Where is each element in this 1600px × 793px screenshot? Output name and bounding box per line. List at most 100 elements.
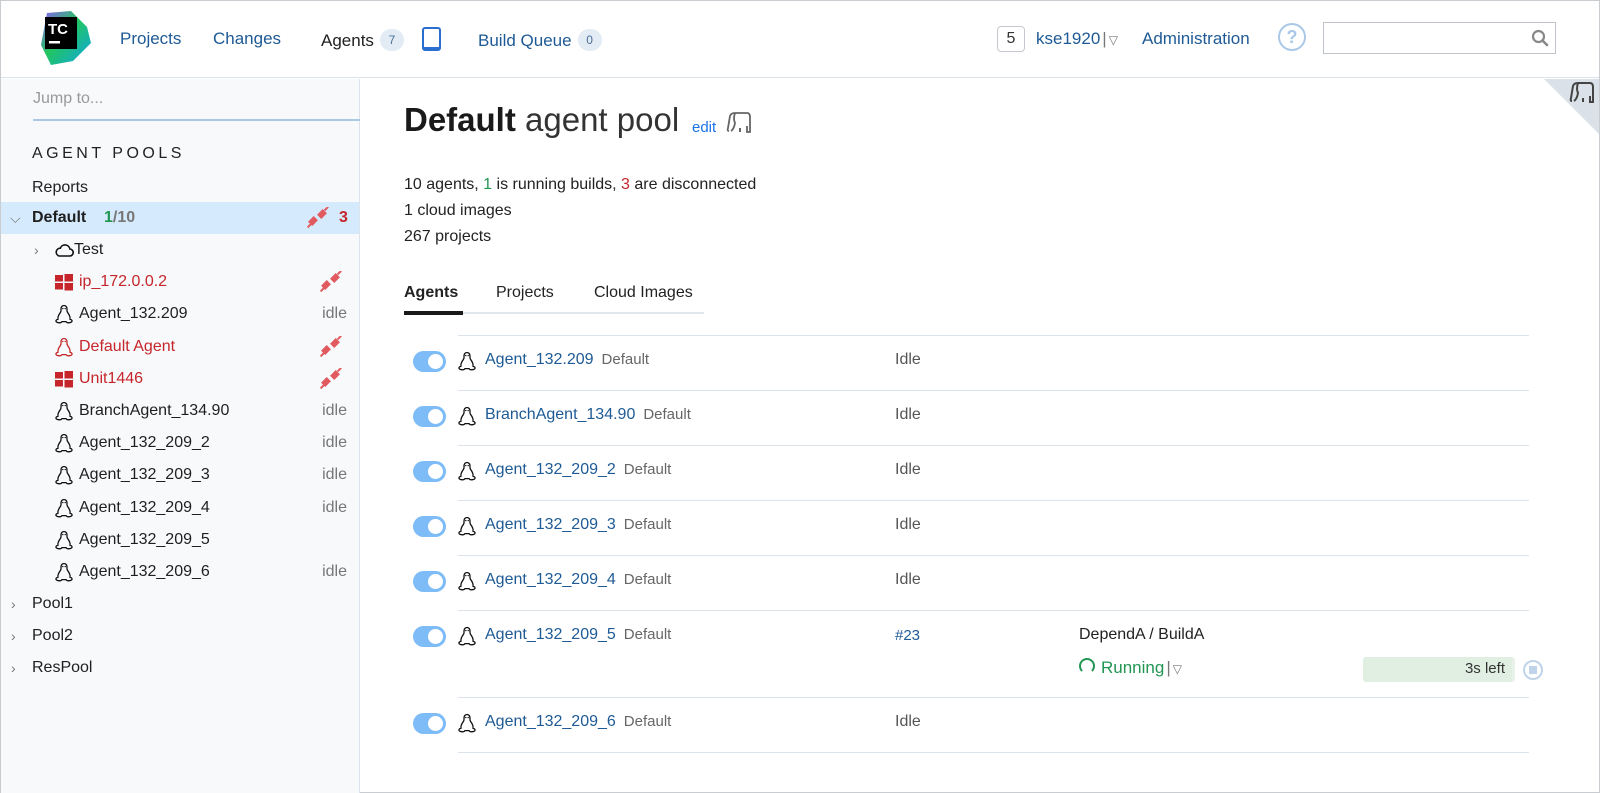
agent-status: Idle [895, 516, 921, 533]
user-menu[interactable]: kse1920 | ▽ [1036, 29, 1118, 49]
tab-projects[interactable]: Projects [496, 284, 554, 302]
chevron-right-icon[interactable]: › [11, 652, 23, 684]
agent-name-link[interactable]: Agent_132_209_6 [485, 713, 616, 730]
agent-enabled-toggle[interactable] [413, 571, 446, 592]
linux-icon [54, 465, 74, 485]
agent-enabled-toggle[interactable] [413, 516, 446, 537]
chevron-right-icon[interactable]: › [11, 588, 23, 620]
agent-enabled-toggle[interactable] [413, 713, 446, 734]
build-state-label: Running [1101, 658, 1165, 677]
nav-build-queue[interactable]: Build Queue 0 [478, 29, 602, 51]
chevron-down-icon[interactable]: ▽ [1109, 33, 1118, 47]
sidebar-item-label: Agent_132_209_4 [79, 498, 210, 516]
row-divider [458, 335, 1529, 336]
agent-row: Agent_132.209 Default Idle [361, 335, 1599, 390]
pool-name: Default [32, 209, 87, 226]
build-status[interactable]: Running | ▽ [1079, 658, 1182, 678]
sidebar-agent-item[interactable]: Default Agent [1, 331, 359, 363]
sidebar-agent-item[interactable]: › Test [1, 234, 359, 266]
agent-enabled-toggle[interactable] [413, 461, 446, 482]
sidebar-agent-item[interactable]: Agent_132_209_6 idle [1, 556, 359, 588]
sidebar-agent-item[interactable]: Agent_132_209_2 idle [1, 427, 359, 459]
agent-enabled-toggle[interactable] [413, 626, 446, 647]
tab-cloud-images[interactable]: Cloud Images [594, 284, 693, 302]
windows-icon [54, 369, 74, 389]
linux-icon [54, 498, 74, 518]
agent-name-link[interactable]: Agent_132.209 [485, 351, 594, 368]
chevron-down-icon[interactable]: ⌵ [10, 202, 22, 234]
nav-build-queue-label: Build Queue [478, 31, 572, 50]
sidebar-agent-item[interactable]: Unit1446 [1, 363, 359, 395]
build-progress-bar: 3s left [1363, 657, 1515, 682]
sidebar-pool-respool[interactable]: › ResPool [1, 652, 359, 684]
nav-agents[interactable]: Agents 7 [321, 29, 404, 51]
agent-status-label: idle [322, 563, 347, 580]
disconnected-plug-icon [319, 270, 342, 293]
tab-agents[interactable]: Agents [404, 284, 458, 302]
sidebar-agent-item[interactable]: BranchAgent_134.90 idle [1, 395, 359, 427]
sidebar-item-label: Default Agent [79, 337, 176, 355]
agent-name-link[interactable]: Agent_132_209_4 [485, 571, 616, 588]
agent-enabled-toggle[interactable] [413, 406, 446, 427]
summary-running-text: is running builds, [492, 176, 622, 193]
search-icon[interactable] [1531, 29, 1549, 47]
agent-enabled-toggle[interactable] [413, 351, 446, 372]
page-title: Default agent pool [404, 101, 679, 139]
linux-icon [457, 626, 477, 646]
search-input[interactable] [1323, 22, 1556, 54]
agent-list-end [361, 752, 1599, 753]
sidebar-agent-item[interactable]: Agent_132_209_4 idle [1, 492, 359, 524]
summary-disconnected-count: 3 [621, 176, 630, 193]
chevron-right-icon[interactable]: › [11, 620, 23, 652]
jump-to-input[interactable]: Jump to... [33, 87, 360, 121]
sidebar-item-label: ip_172.0.0.2 [79, 273, 168, 291]
sidebar-pool-pool1[interactable]: › Pool1 [1, 588, 359, 620]
linux-icon [54, 530, 74, 550]
elephant-icon[interactable] [1569, 81, 1595, 105]
agent-row: Agent_132_209_3 Default Idle [361, 500, 1599, 555]
sidebar-item-label: Agent_132.209 [79, 305, 188, 323]
agent-status-label: idle [322, 466, 347, 484]
pool-summary-projects: 267 projects [404, 228, 492, 245]
disconnected-plug-icon [307, 207, 329, 229]
agent-device-icon[interactable] [422, 27, 441, 51]
nav-agents-label: Agents [321, 31, 374, 50]
notifications-count-button[interactable]: 5 [997, 26, 1025, 52]
nav-administration[interactable]: Administration [1142, 29, 1250, 49]
sidebar-agent-item[interactable]: ip_172.0.0.2 [1, 266, 359, 298]
teamcity-logo[interactable]: TC [37, 9, 93, 65]
elephant-icon[interactable] [726, 111, 752, 135]
agent-row: Agent_132_209_5 Default #23 DependA / Build… [361, 610, 1599, 697]
help-icon[interactable]: ? [1278, 23, 1306, 51]
sidebar-agent-item[interactable]: Agent_132.209 idle [1, 298, 359, 330]
nav-projects[interactable]: Projects [120, 29, 181, 49]
pool-summary-cloud-images: 1 cloud images [404, 202, 512, 219]
chevron-down-icon[interactable]: ▽ [1173, 662, 1182, 676]
linux-icon [457, 571, 477, 591]
username: kse1920 [1036, 29, 1101, 48]
agent-name-link[interactable]: BranchAgent_134.90 [485, 406, 635, 423]
summary-agents-text: 10 agents, [404, 176, 484, 193]
pool-title-name: Default [404, 101, 516, 138]
stop-build-button[interactable] [1523, 660, 1543, 680]
pool-summary-agents: 10 agents, 1 is running builds, 3 are di… [404, 176, 756, 194]
nav-changes[interactable]: Changes [213, 29, 281, 49]
build-queue-count-badge: 0 [577, 29, 602, 51]
linux-icon [54, 562, 74, 582]
build-number-link[interactable]: #23 [895, 627, 920, 644]
agent-pool-label: Default [623, 626, 672, 643]
agent-name-link[interactable]: Agent_132_209_2 [485, 461, 616, 478]
edit-pool-link[interactable]: edit [692, 119, 716, 136]
sidebar-pool-pool2[interactable]: › Pool2 [1, 620, 359, 652]
build-configuration-link[interactable]: DependA / BuildA [1079, 626, 1204, 644]
pool-disconnected-count: 3 [339, 209, 348, 226]
sidebar-item-reports[interactable]: Reports [32, 179, 88, 197]
sidebar-pool-default[interactable]: ⌵ Default 1/10 3 [1, 202, 359, 234]
agent-name-link[interactable]: Agent_132_209_5 [485, 626, 616, 643]
linux-icon [54, 433, 74, 453]
pool-name: Pool2 [32, 627, 73, 644]
agent-name-link[interactable]: Agent_132_209_3 [485, 516, 616, 533]
sidebar-agent-item[interactable]: Agent_132_209_3 idle [1, 459, 359, 491]
sidebar-agent-item[interactable]: Agent_132_209_5 [1, 524, 359, 556]
chevron-right-icon[interactable]: › [34, 234, 46, 266]
